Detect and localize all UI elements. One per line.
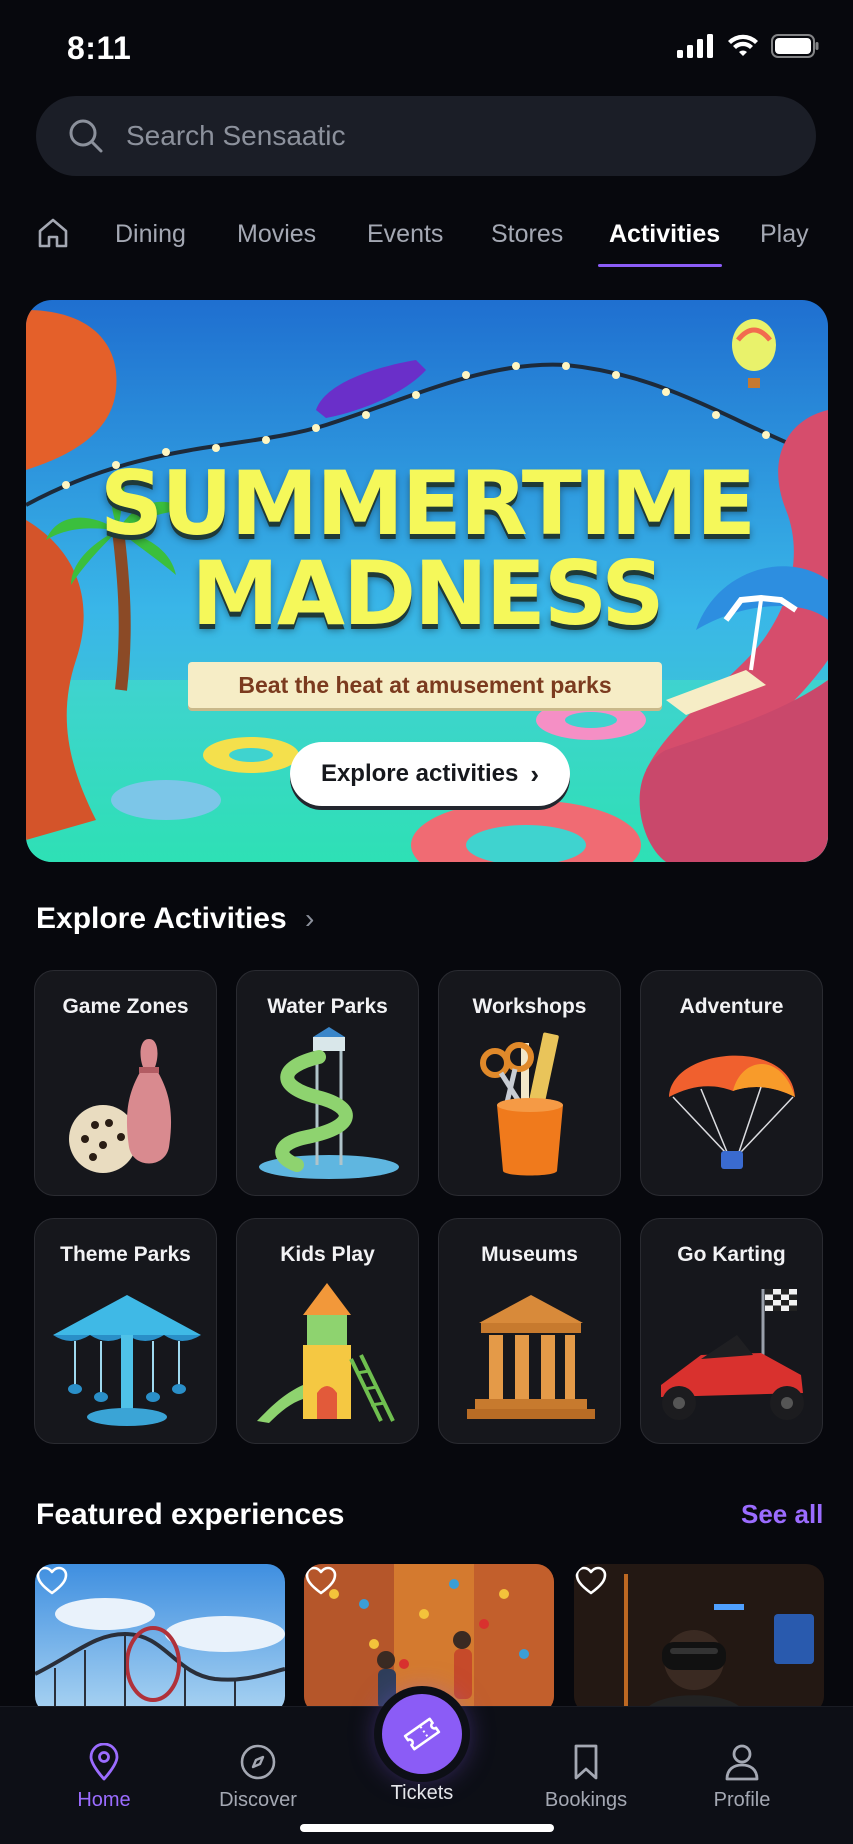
featured-experiences-title: Featured experiences (36, 1498, 345, 1531)
activity-card-adventure[interactable]: Adventure (640, 970, 823, 1196)
category-tabs: Dining Movies Events Stores Activities P… (0, 210, 853, 270)
featured-card-vr-experience[interactable] (574, 1564, 824, 1714)
bookmark-icon (574, 1744, 598, 1780)
activity-card-label: Kids Play (280, 1243, 375, 1266)
battery-icon (771, 34, 819, 58)
cellular-signal-icon (677, 34, 713, 58)
nav-profile-label: Profile (713, 1789, 771, 1811)
climbing-wall-image (304, 1564, 554, 1714)
location-pin-icon (89, 1743, 119, 1781)
tab-stores[interactable]: Stores (491, 220, 563, 249)
user-icon (725, 1744, 759, 1781)
activity-card-game-zones[interactable]: Game Zones (34, 970, 217, 1196)
favorite-heart-icon[interactable] (304, 1564, 338, 1598)
activity-card-label: Game Zones (62, 995, 189, 1018)
tab-dining[interactable]: Dining (115, 220, 186, 249)
ticket-icon (403, 1717, 441, 1751)
nav-profile[interactable]: Profile (682, 1743, 802, 1812)
activity-card-label: Go Karting (677, 1243, 786, 1266)
nav-home-label: Home (77, 1789, 131, 1811)
wifi-icon (728, 34, 758, 56)
activity-card-label: Theme Parks (60, 1243, 191, 1266)
explore-activities-button-label: Explore activities (320, 760, 519, 787)
carousel-icon (53, 1295, 201, 1426)
hero-title-line2: MADNESS (191, 542, 664, 645)
vr-headset-image (574, 1564, 824, 1714)
compass-icon (240, 1744, 276, 1780)
bowling-icon (69, 1039, 172, 1173)
tab-events[interactable]: Events (367, 220, 443, 249)
nav-bookings-label: Bookings (544, 1789, 628, 1811)
explore-activities-heading[interactable]: Explore Activities › (36, 902, 314, 936)
activity-card-label: Adventure (679, 995, 784, 1018)
featured-card-climbing-wall[interactable] (304, 1564, 554, 1714)
parachute-icon (669, 1055, 795, 1169)
see-all-link[interactable]: See all (741, 1499, 823, 1530)
nav-tickets-label[interactable]: Tickets (362, 1782, 482, 1805)
explore-activities-title: Explore Activities (36, 902, 287, 935)
chevron-right-icon: › (305, 903, 315, 934)
activity-card-go-karting[interactable]: Go Karting (640, 1218, 823, 1444)
hero-subtitle-banner: Beat the heat at amusement parks (188, 662, 662, 708)
home-indicator (300, 1824, 554, 1832)
tab-play[interactable]: Play (760, 220, 809, 249)
nav-bookings[interactable]: Bookings (526, 1743, 646, 1812)
favorite-heart-icon[interactable] (35, 1564, 69, 1598)
nav-discover-label: Discover (219, 1789, 297, 1811)
chevron-right-icon: › (530, 758, 540, 789)
activity-card-water-parks[interactable]: Water Parks (236, 970, 419, 1196)
go-kart-icon (661, 1289, 804, 1420)
nav-discover[interactable]: Discover (198, 1743, 318, 1812)
roller-coaster-image (35, 1564, 285, 1714)
home-tab-icon[interactable] (36, 216, 70, 250)
craft-supplies-icon (480, 1032, 563, 1176)
activity-card-workshops[interactable]: Workshops (438, 970, 621, 1196)
activity-card-theme-parks[interactable]: Theme Parks (34, 1218, 217, 1444)
tab-activities[interactable]: Activities (609, 220, 720, 249)
status-time: 8:11 (67, 30, 132, 66)
playhouse-icon (257, 1283, 395, 1423)
activity-card-label: Museums (481, 1243, 578, 1266)
museum-icon (467, 1295, 595, 1419)
search-bar[interactable] (36, 96, 816, 176)
explore-activities-button[interactable]: Explore activities › (290, 742, 570, 806)
favorite-heart-icon[interactable] (574, 1564, 608, 1598)
activity-card-kids-play[interactable]: Kids Play (236, 1218, 419, 1444)
featured-card-roller-coaster[interactable] (35, 1564, 285, 1714)
activity-card-label: Water Parks (267, 995, 388, 1018)
tab-movies[interactable]: Movies (237, 220, 316, 249)
status-icons (677, 34, 819, 58)
search-input[interactable] (126, 120, 766, 152)
nav-home[interactable]: Home (44, 1743, 164, 1812)
activity-card-label: Workshops (472, 995, 587, 1018)
water-slide-icon (259, 1027, 399, 1179)
search-icon (69, 119, 103, 153)
active-tab-indicator (598, 264, 722, 267)
status-bar: 8:11 (0, 0, 853, 100)
activity-card-museums[interactable]: Museums (438, 1218, 621, 1444)
hero-title-line1: SUMMERTIME (99, 452, 756, 555)
tickets-button[interactable] (382, 1694, 462, 1774)
hero-banner[interactable]: SUMMERTIME MADNESS Beat the heat at amus… (26, 300, 828, 862)
